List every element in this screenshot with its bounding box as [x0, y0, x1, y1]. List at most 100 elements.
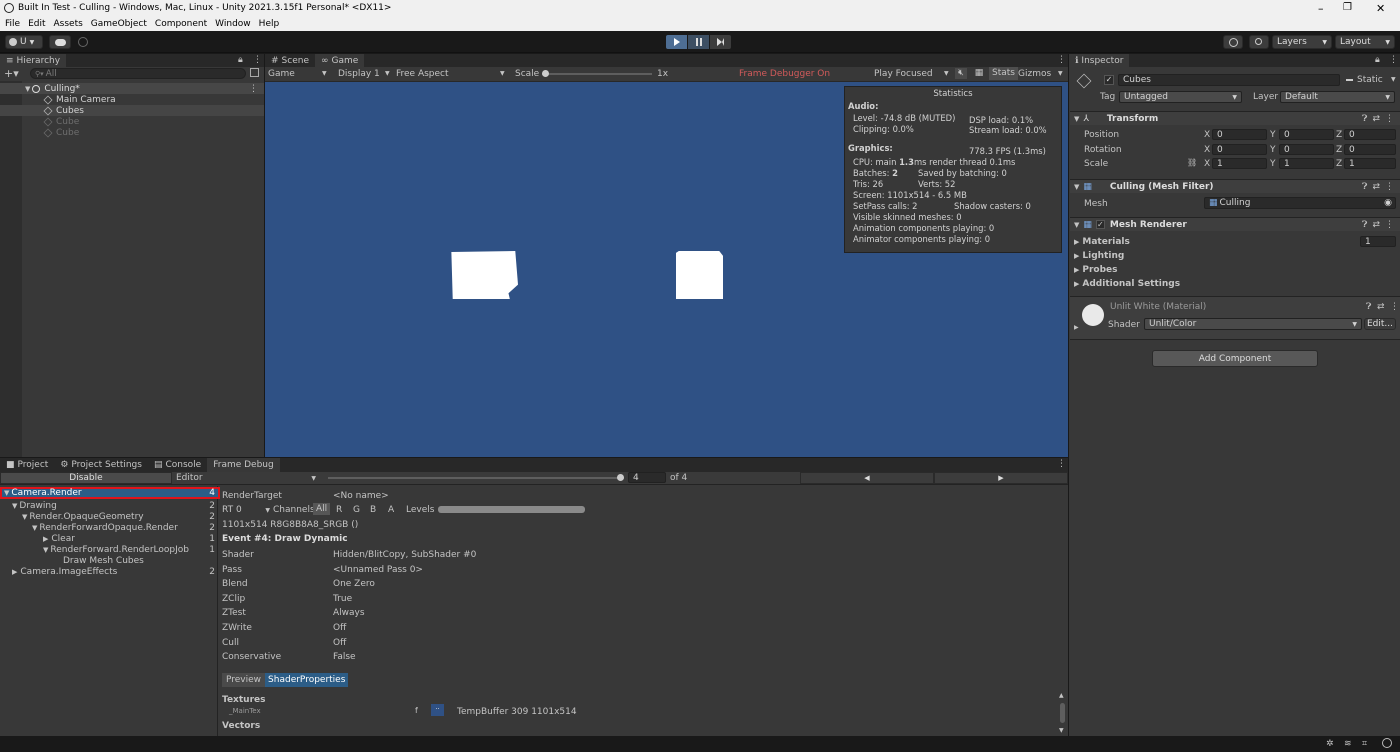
tree-item-clear[interactable]: ▶ Clear 1 — [0, 533, 218, 544]
search-button[interactable] — [1249, 35, 1269, 49]
object-picker-icon[interactable]: ◉ — [1384, 198, 1392, 208]
help-icon[interactable]: ❓︎ — [1362, 114, 1367, 124]
hierarchy-search-input[interactable]: ⚲▾ All — [30, 68, 246, 79]
more-options-icon[interactable]: ⋮ — [1390, 302, 1399, 312]
layers-dropdown[interactable]: Layers ▼ — [1272, 35, 1332, 49]
play-focused-dropdown[interactable]: Play Focused ▼ — [874, 69, 952, 79]
channel-g-button[interactable]: G — [350, 504, 363, 516]
game-mode-dropdown[interactable]: Game ▼ — [268, 69, 330, 79]
materials-foldout[interactable]: ▶ Materials — [1074, 237, 1130, 247]
collab-icon[interactable] — [78, 37, 88, 47]
scrollbar-thumb[interactable] — [1060, 703, 1065, 723]
presets-icon[interactable]: ⇄ — [1377, 302, 1385, 312]
layout-dropdown[interactable]: Layout ▼ — [1335, 35, 1395, 49]
tab-inspector[interactable]: ℹ Inspector — [1069, 54, 1130, 67]
channel-r-button[interactable]: R — [333, 504, 345, 516]
tab-game[interactable]: ∞ Game — [315, 54, 365, 67]
gizmos-dropdown[interactable]: Gizmos ▼ — [1018, 69, 1066, 79]
tab-project[interactable]: ■ Project — [0, 458, 54, 472]
edit-shader-button[interactable]: Edit... — [1364, 318, 1396, 330]
minimize-button[interactable]: – — [1318, 2, 1324, 15]
presets-icon[interactable]: ⇄ — [1372, 114, 1380, 124]
materials-count-field[interactable]: 1 — [1360, 236, 1396, 247]
tab-project-settings[interactable]: ⚙ Project Settings — [54, 458, 148, 472]
shortcuts-icon[interactable]: ▦ — [972, 68, 986, 79]
menu-edit[interactable]: Edit — [28, 19, 45, 29]
maximize-button[interactable]: ❐ — [1343, 2, 1352, 13]
probes-foldout[interactable]: ▶ Probes — [1074, 265, 1118, 275]
active-checkbox[interactable]: ✓ — [1104, 75, 1114, 85]
tree-item-image-effects[interactable]: ▶ Camera.ImageEffects 2 — [0, 566, 218, 577]
disable-button[interactable]: Disable — [0, 472, 172, 484]
menu-component[interactable]: Component — [155, 19, 207, 29]
previous-event-button[interactable]: ◀ — [800, 472, 934, 484]
more-options-icon[interactable]: ⋮ — [1057, 459, 1066, 469]
hierarchy-item[interactable]: Cube — [43, 127, 79, 138]
help-icon[interactable]: ❓︎ — [1366, 302, 1371, 312]
tree-item-draw-mesh[interactable]: Draw Mesh Cubes — [0, 555, 218, 566]
collapsed-arrow-icon[interactable]: ▶ — [1074, 324, 1079, 331]
aspect-dropdown[interactable]: Free Aspect ▼ — [396, 69, 508, 79]
menu-file[interactable]: File — [5, 19, 20, 29]
settings-status-icon[interactable] — [1382, 738, 1392, 748]
menu-gameobject[interactable]: GameObject — [91, 19, 147, 29]
scale-slider-thumb[interactable] — [542, 70, 549, 77]
more-options-icon[interactable]: ⋮ — [1385, 114, 1394, 124]
levels-range-slider[interactable] — [438, 506, 585, 513]
scene-visibility-icon[interactable] — [250, 68, 259, 77]
rotation-x-field[interactable]: 0 — [1212, 144, 1267, 155]
more-options-icon[interactable]: ⋮ — [1385, 182, 1394, 192]
tab-shader-properties[interactable]: ShaderProperties — [265, 673, 349, 687]
rotation-z-field[interactable]: 0 — [1344, 144, 1396, 155]
pause-button[interactable] — [688, 35, 709, 49]
help-icon[interactable]: ❓︎ — [1362, 220, 1367, 230]
more-options-icon[interactable]: ⋮ — [253, 55, 262, 65]
menu-assets[interactable]: Assets — [54, 19, 83, 29]
scale-y-field[interactable]: 1 — [1279, 158, 1334, 169]
scale-slider[interactable] — [542, 70, 652, 77]
renderer-enabled-checkbox[interactable]: ✓ — [1095, 220, 1105, 229]
hierarchy-scene-row[interactable]: ▼ Culling* ⋮ — [0, 83, 264, 94]
constrain-proportions-icon[interactable]: ⛓︎ — [1187, 158, 1197, 167]
mesh-filter-header[interactable]: ▼ ▦ Culling (Mesh Filter) ❓︎ ⇄ ⋮ — [1070, 179, 1400, 193]
next-event-button[interactable]: ▶ — [934, 472, 1068, 484]
properties-scrollbar[interactable]: ▲ ▼ — [1059, 692, 1066, 734]
lock-icon[interactable]: 🔒︎ — [1375, 55, 1380, 65]
add-component-button[interactable]: Add Component — [1152, 350, 1318, 367]
tab-frame-debug[interactable]: Frame Debug — [207, 458, 280, 472]
additional-settings-foldout[interactable]: ▶ Additional Settings — [1074, 279, 1180, 289]
layer-dropdown[interactable]: Default ▼ — [1280, 91, 1395, 103]
scale-x-field[interactable]: 1 — [1212, 158, 1267, 169]
texture-thumbnail-icon[interactable]: ·· — [431, 704, 444, 716]
display-dropdown[interactable]: Display 1 ▼ — [338, 69, 390, 79]
hierarchy-item[interactable]: Main Camera — [43, 94, 116, 105]
menu-window[interactable]: Window — [215, 19, 251, 29]
position-x-field[interactable]: 0 — [1212, 129, 1267, 140]
mesh-renderer-header[interactable]: ▼ ▦ ✓ Mesh Renderer ❓︎ ⇄ ⋮ — [1070, 217, 1400, 231]
scene-options-icon[interactable]: ⋮ — [249, 84, 258, 94]
help-icon[interactable]: ❓︎ — [1362, 182, 1367, 192]
hierarchy-item[interactable]: Cubes — [0, 105, 264, 116]
tab-console[interactable]: ▤ Console — [148, 458, 207, 472]
channel-all-button[interactable]: All — [313, 503, 331, 515]
hierarchy-item[interactable]: Cube — [43, 116, 79, 127]
position-z-field[interactable]: 0 — [1344, 129, 1396, 140]
event-slider[interactable] — [328, 474, 624, 481]
menu-help[interactable]: Help — [259, 19, 280, 29]
shader-dropdown[interactable]: Unlit/Color ▼ — [1144, 318, 1362, 330]
step-button[interactable] — [710, 35, 731, 49]
channel-b-button[interactable]: B — [367, 504, 379, 516]
tag-dropdown[interactable]: Untagged ▼ — [1119, 91, 1242, 103]
target-dropdown[interactable]: Editor ▼ — [174, 472, 320, 484]
game-view[interactable]: Statistics Audio: Level: -74.8 dB (MUTED… — [265, 82, 1068, 457]
lighting-foldout[interactable]: ▶ Lighting — [1074, 251, 1124, 261]
rt-dropdown[interactable]: RT 0 ▼ — [222, 505, 270, 515]
object-name-input[interactable]: Cubes — [1118, 74, 1340, 86]
create-plus-icon[interactable]: +▾ — [4, 67, 19, 80]
position-y-field[interactable]: 0 — [1279, 129, 1334, 140]
presets-icon[interactable]: ⇄ — [1372, 182, 1380, 192]
more-options-icon[interactable]: ⋮ — [1385, 220, 1394, 230]
mute-audio-icon[interactable]: 🔇︎ — [955, 68, 967, 79]
static-checkbox[interactable] — [1346, 79, 1353, 81]
presets-icon[interactable]: ⇄ — [1372, 220, 1380, 230]
